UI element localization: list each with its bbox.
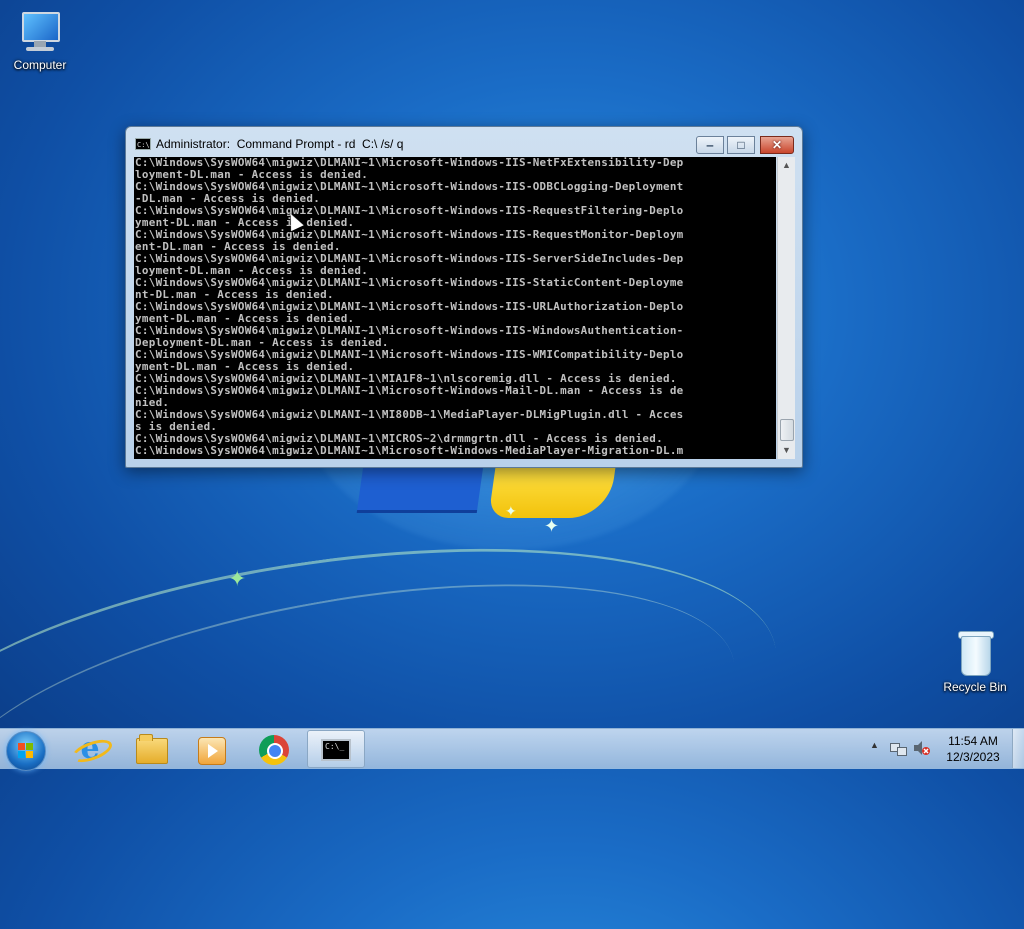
desktop-icon-recycle-bin[interactable]: Recycle Bin — [935, 630, 1015, 694]
windows-logo-icon — [18, 743, 34, 759]
console-output[interactable]: C:\Windows\SysWOW64\migwiz\DLMANI~1\Micr… — [134, 157, 776, 459]
minimize-icon: ‒ — [706, 138, 714, 152]
taskbar-item-file-explorer[interactable] — [122, 730, 180, 768]
desktop-icon-label: Recycle Bin — [943, 680, 1007, 694]
maximize-icon: □ — [737, 138, 745, 152]
network-icon[interactable] — [890, 741, 907, 756]
scroll-up-arrow-icon[interactable]: ▲ — [778, 157, 795, 174]
minimize-button[interactable]: ‒ — [696, 136, 724, 154]
clock-date: 12/3/2023 — [946, 750, 1000, 764]
command-prompt-icon: C:\ — [135, 138, 151, 150]
wallpaper-sparkle: ✦ — [544, 516, 560, 536]
scroll-down-arrow-icon[interactable]: ▼ — [778, 442, 795, 459]
console-text: C:\Windows\SysWOW64\migwiz\DLMANI~1\Micr… — [135, 157, 684, 457]
window-titlebar[interactable]: C:\ Administrator: Command Prompt - rd C… — [126, 127, 802, 157]
clock-time: 11:54 AM — [948, 734, 998, 748]
close-icon: ✕ — [771, 138, 783, 152]
media-player-icon — [198, 737, 226, 765]
close-button[interactable]: ✕ — [760, 136, 794, 154]
chrome-icon — [259, 735, 289, 765]
taskbar-item-internet-explorer[interactable]: e — [60, 730, 118, 768]
command-prompt-icon: C:\_ — [321, 739, 351, 761]
maximize-button[interactable]: □ — [727, 136, 755, 154]
start-button[interactable] — [6, 731, 46, 771]
volume-muted-icon[interactable] — [913, 740, 931, 756]
taskbar-item-chrome[interactable] — [245, 730, 303, 768]
folder-icon — [136, 734, 168, 764]
vertical-scrollbar[interactable]: ▲ ▼ — [777, 157, 795, 459]
taskbar-item-media-player[interactable] — [182, 730, 240, 768]
computer-icon — [18, 10, 62, 54]
wallpaper-logo-blue — [356, 466, 484, 513]
wallpaper-sparkle: ✦ — [505, 503, 517, 519]
wallpaper-sparkle: ✦ — [228, 566, 247, 591]
command-prompt-window[interactable]: C:\ Administrator: Command Prompt - rd C… — [125, 126, 803, 468]
desktop-icon-label: Computer — [13, 58, 67, 72]
taskbar-clock[interactable]: 11:54 AM 12/3/2023 — [938, 733, 1008, 765]
show-hidden-icons-button[interactable]: ▲ — [870, 740, 879, 750]
scrollbar-thumb[interactable] — [780, 419, 794, 441]
recycle-bin-icon — [957, 630, 994, 676]
desktop-icon-computer[interactable]: Computer — [0, 10, 80, 72]
taskbar-item-command-prompt[interactable]: C:\_ — [307, 730, 365, 768]
window-title: Administrator: Command Prompt - rd C:\ /… — [156, 137, 404, 151]
show-desktop-button[interactable] — [1012, 729, 1024, 768]
